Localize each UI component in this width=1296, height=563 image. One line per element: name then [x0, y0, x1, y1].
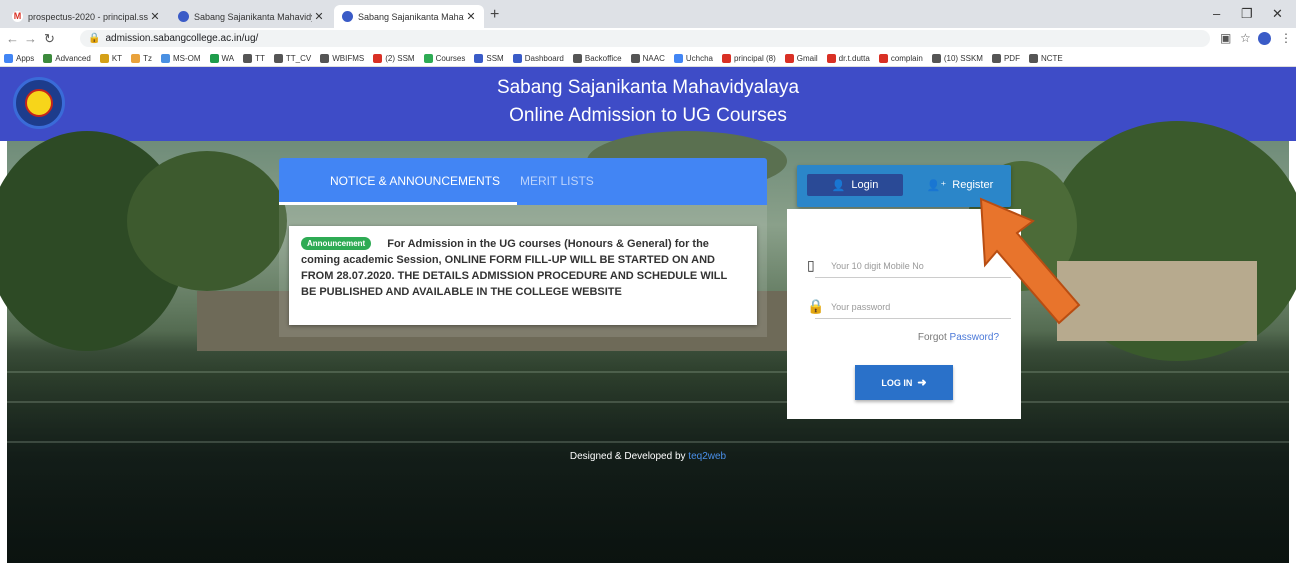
star-icon[interactable]: ☆: [1240, 31, 1251, 45]
bookmark-item[interactable]: TT: [243, 53, 265, 63]
bookmark-item[interactable]: Advanced: [43, 53, 91, 63]
bookmark-item[interactable]: Courses: [423, 53, 465, 63]
bookmark-item[interactable]: KT: [99, 53, 122, 63]
bookmark-icon: [673, 53, 683, 63]
page-title: Sabang Sajanikanta Mahavidyalaya: [496, 77, 800, 98]
site-icon: [342, 11, 353, 22]
bookmark-item[interactable]: Dashboard: [512, 53, 564, 63]
bookmark-icon: [474, 53, 484, 63]
bookmark-icon: [630, 53, 640, 63]
login-button[interactable]: LOG IN ➜: [855, 365, 953, 400]
maximize-icon[interactable]: ❐: [1241, 6, 1253, 22]
bookmark-item[interactable]: Apps: [4, 53, 34, 63]
bookmark-icon: [160, 53, 170, 63]
lock-icon: 🔒: [807, 298, 825, 314]
bookmark-icon: [4, 53, 13, 63]
announcement-badge: Announcement: [301, 237, 372, 250]
bookmark-icon: [131, 53, 141, 63]
url-input[interactable]: 🔒 admission.sabangcollege.ac.in/ug/: [80, 30, 1210, 47]
bookmark-icon: [99, 53, 109, 63]
bookmark-icon: [512, 53, 522, 63]
browser-tab-2[interactable]: Sabang Sajanikanta Mahavidyala ✕: [170, 5, 332, 28]
gmail-icon: M: [12, 11, 23, 22]
forgot-password: Forgot Password?: [917, 332, 999, 343]
bookmark-icon: [209, 53, 219, 63]
bookmark-icon: [784, 53, 794, 63]
profile-avatar[interactable]: [1258, 32, 1271, 45]
bookmark-item[interactable]: Gmail: [784, 53, 818, 63]
announcement-card: Announcement For Admission in the UG cour…: [289, 226, 757, 325]
bookmark-icon: [878, 53, 888, 63]
back-icon[interactable]: ←: [6, 31, 19, 46]
pointer-arrow-annotation: [979, 197, 1081, 325]
close-tab-icon[interactable]: ✕: [464, 10, 478, 23]
bookmark-icon: [1028, 53, 1038, 63]
tab-login[interactable]: 👤 Login: [807, 174, 903, 196]
user-icon: 👤: [831, 179, 846, 192]
close-tab-icon[interactable]: ✕: [148, 10, 162, 23]
developer-link[interactable]: teq2web: [688, 451, 726, 462]
bookmark-icon: [826, 53, 836, 63]
sign-in-icon: ➜: [917, 377, 927, 389]
site-icon: [178, 11, 189, 22]
lock-icon: 🔒: [88, 33, 101, 44]
bookmark-icon: [373, 53, 383, 63]
mobile-icon: ▯: [807, 257, 815, 273]
browser-tab-3-active[interactable]: Sabang Sajanikanta Mahavidyala ✕: [334, 5, 484, 28]
site-header: Sabang Sajanikanta Mahavidyalaya Online …: [0, 67, 1296, 141]
reload-icon[interactable]: ↻: [44, 31, 55, 47]
bookmark-item[interactable]: PDF: [991, 53, 1020, 63]
browser-tab-1[interactable]: M prospectus-2020 - principal.sskm ✕: [4, 5, 168, 28]
bookmark-item[interactable]: (10) SSKM: [931, 53, 983, 63]
bookmark-item[interactable]: NAAC: [630, 53, 665, 63]
browser-tab-bar: M prospectus-2020 - principal.sskm ✕ Sab…: [0, 0, 1296, 28]
bookmark-item[interactable]: (2) SSM: [373, 53, 415, 63]
web-page: Sabang Sajanikanta Mahavidyalaya Online …: [0, 67, 1296, 563]
address-bar-row: ← → ↻ 🔒 admission.sabangcollege.ac.in/ug/…: [0, 28, 1296, 50]
translate-icon[interactable]: ▣: [1220, 31, 1231, 45]
bookmark-item[interactable]: Uchcha: [673, 53, 713, 63]
forward-icon[interactable]: →: [24, 31, 37, 46]
bookmark-item[interactable]: TT_CV: [273, 53, 311, 63]
bookmark-item[interactable]: dr.t.dutta: [826, 53, 870, 63]
tab-register[interactable]: 👤⁺ Register: [913, 174, 1007, 196]
bookmark-item[interactable]: NCTE: [1028, 53, 1063, 63]
minimize-icon[interactable]: –: [1213, 6, 1220, 21]
bookmark-item[interactable]: WA: [209, 53, 234, 63]
add-user-icon: 👤⁺: [926, 179, 947, 192]
close-window-icon[interactable]: ✕: [1272, 6, 1283, 22]
tab-merit-lists[interactable]: MERIT LISTS: [520, 174, 594, 188]
bookmark-icon: [423, 53, 433, 63]
bookmark-item[interactable]: MS-OM: [160, 53, 201, 63]
bookmark-item[interactable]: complain: [878, 53, 923, 63]
bookmark-icon: [721, 53, 731, 63]
bookmark-icon: [991, 53, 1001, 63]
footer-credit: Designed & Developed by teq2web: [569, 451, 727, 462]
notice-tabs: NOTICE & ANNOUNCEMENTS MERIT LISTS: [279, 158, 767, 205]
bookmark-item[interactable]: principal (8): [721, 53, 776, 63]
bookmark-icon: [43, 53, 53, 63]
bookmark-icon: [320, 53, 330, 63]
bookmark-icon: [931, 53, 941, 63]
bookmarks-bar: Apps Advanced KT Tz MS-OM WA TT TT_CV WBIFMS (2) …: [0, 50, 1296, 67]
new-tab-icon[interactable]: +: [490, 6, 499, 24]
bookmark-icon: [243, 53, 253, 63]
bookmark-item[interactable]: SSM: [474, 53, 504, 63]
tab-notice-announcements[interactable]: NOTICE & ANNOUNCEMENTS: [330, 174, 500, 188]
bookmark-item[interactable]: Tz: [131, 53, 152, 63]
bookmark-icon: [273, 53, 283, 63]
bookmark-icon: [572, 53, 582, 63]
bookmark-item[interactable]: WBIFMS: [320, 53, 364, 63]
close-tab-icon[interactable]: ✕: [312, 10, 326, 23]
menu-icon[interactable]: ⋮: [1280, 31, 1292, 45]
bookmark-item[interactable]: Backoffice: [572, 53, 622, 63]
forgot-password-link[interactable]: Password?: [950, 332, 999, 343]
page-subtitle: Online Admission to UG Courses: [509, 105, 787, 126]
